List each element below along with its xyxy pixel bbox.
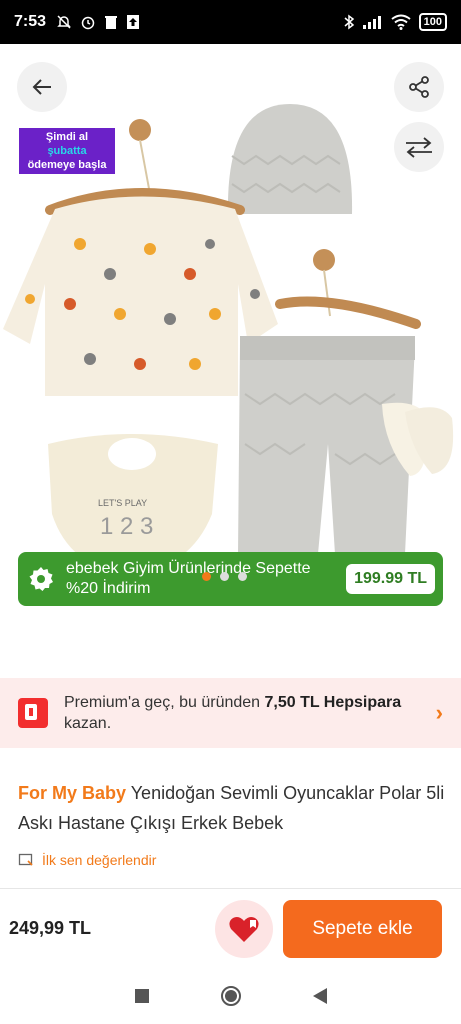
review-icon bbox=[18, 853, 33, 866]
rate-label: İlk sen değerlendir bbox=[42, 852, 157, 868]
product-brand[interactable]: For My Baby bbox=[18, 783, 126, 803]
add-to-cart-button[interactable]: Sepete ekle bbox=[283, 900, 442, 958]
wifi-icon bbox=[391, 14, 411, 30]
status-bar: 7:53 100 bbox=[0, 0, 461, 44]
product-title: For My Baby Yenidoğan Sevimli Oyuncaklar… bbox=[18, 778, 448, 838]
premium-hepsipara-banner[interactable]: Premium'a geç, bu üründen 7,50 TL Hepsip… bbox=[0, 678, 461, 748]
battery-indicator: 100 bbox=[418, 13, 447, 31]
system-indicators: 100 bbox=[343, 13, 447, 31]
product-price: 249,99 TL bbox=[9, 918, 92, 938]
promo-line-3: ödemeye başla bbox=[27, 159, 107, 171]
share-button[interactable] bbox=[394, 62, 444, 112]
mute-bell-icon bbox=[57, 15, 71, 29]
rate-product-link[interactable]: İlk sen değerlendir bbox=[18, 852, 156, 868]
favorite-button[interactable] bbox=[215, 900, 273, 958]
svg-text:1 2 3: 1 2 3 bbox=[100, 513, 153, 540]
hat-illustration bbox=[227, 104, 353, 214]
pants-hanger bbox=[275, 249, 421, 329]
promo-line-1: Şimdi al bbox=[45, 131, 89, 143]
promo-line-2: şubatta bbox=[47, 145, 87, 157]
discount-gear-icon bbox=[29, 567, 53, 591]
installment-promo-badge[interactable]: Şimdi al şubatta ödemeye başla bbox=[19, 128, 115, 174]
pagination-dot[interactable] bbox=[238, 572, 247, 581]
product-image-gallery[interactable]: LET'S PLAY 1 2 3 Şimdi al şubatta ödemey… bbox=[0, 44, 461, 640]
shirt-illustration bbox=[3, 196, 278, 396]
pagination-dot-active[interactable] bbox=[202, 572, 211, 581]
premium-amount: 7,50 TL Hepsipara bbox=[264, 694, 402, 711]
home-icon[interactable] bbox=[220, 985, 242, 1007]
system-navigation-bar bbox=[0, 968, 461, 1024]
alarm-icon bbox=[81, 16, 95, 30]
pants-illustration bbox=[238, 336, 415, 554]
arrow-left-icon bbox=[32, 79, 51, 95]
hepsipara-logo-icon bbox=[18, 698, 48, 728]
bluetooth-icon bbox=[344, 14, 354, 30]
upload-icon bbox=[127, 15, 140, 29]
chevron-right-icon: › bbox=[435, 700, 443, 725]
heart-icon bbox=[229, 917, 259, 942]
notification-icons bbox=[56, 14, 140, 30]
premium-text-suffix: kazan. bbox=[64, 715, 112, 732]
compare-button[interactable] bbox=[394, 122, 444, 172]
buy-bar: 249,99 TL Sepete ekle bbox=[0, 888, 461, 968]
status-time: 7:53 bbox=[14, 13, 47, 30]
back-button[interactable] bbox=[17, 62, 67, 112]
signal-icon bbox=[362, 16, 381, 29]
share-icon bbox=[409, 76, 429, 98]
trash-icon bbox=[105, 16, 118, 29]
swap-arrows-icon bbox=[406, 137, 432, 158]
gallery-pagination bbox=[202, 572, 247, 581]
pagination-dot[interactable] bbox=[220, 572, 229, 581]
premium-text: Premium'a geç, bu üründen 7,50 TL Hepsip… bbox=[64, 692, 436, 734]
premium-text-prefix: Premium'a geç, bu üründen bbox=[64, 694, 265, 711]
discounted-price: 199.99 TL bbox=[346, 564, 435, 594]
svg-text:LET'S PLAY: LET'S PLAY bbox=[98, 498, 147, 508]
back-nav-icon[interactable] bbox=[312, 987, 328, 1005]
recent-apps-icon[interactable] bbox=[134, 988, 150, 1004]
